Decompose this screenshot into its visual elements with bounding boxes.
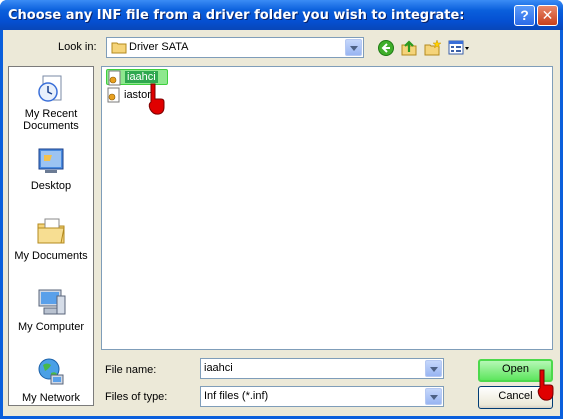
close-button[interactable]: ✕ <box>537 5 558 26</box>
file-type-label: Files of type: <box>105 391 168 403</box>
back-icon[interactable] <box>377 39 395 57</box>
file-name-label: File name: <box>105 364 157 376</box>
inf-file-icon <box>107 87 120 103</box>
place-my-network[interactable]: My Network <box>9 357 93 404</box>
chevron-down-icon[interactable] <box>425 388 442 405</box>
file-type-value: Inf files (*.inf) <box>204 390 269 402</box>
create-new-folder-icon[interactable] <box>424 39 442 57</box>
look-in-value: Driver SATA <box>129 41 189 53</box>
place-label: My Recent <box>24 108 78 120</box>
file-name-value: iaahci <box>204 362 233 374</box>
place-desktop[interactable]: Desktop <box>9 145 93 192</box>
recent-documents-icon <box>38 75 62 102</box>
window-title: Choose any INF file from a driver folder… <box>8 8 465 23</box>
place-label: My Computer <box>17 321 85 333</box>
help-button[interactable]: ? <box>514 5 535 26</box>
file-name-field[interactable]: iaahci <box>200 358 444 379</box>
chevron-down-icon[interactable] <box>425 360 442 377</box>
places-bar: My Recent Documents Desktop My Documents… <box>8 66 94 406</box>
look-in-dropdown[interactable]: Driver SATA <box>106 37 364 58</box>
folder-icon <box>111 42 127 54</box>
title-bar[interactable]: Choose any INF file from a driver folder… <box>0 0 563 30</box>
place-label: Documents <box>23 120 79 132</box>
place-label: Desktop <box>30 180 72 192</box>
my-documents-icon <box>37 218 65 244</box>
place-my-documents[interactable]: My Documents <box>9 215 93 262</box>
my-computer-icon <box>38 289 66 315</box>
look-in-label: Look in: <box>58 41 97 53</box>
view-menu-icon[interactable] <box>448 39 470 57</box>
dialog-window: Choose any INF file from a driver folder… <box>0 0 563 419</box>
inf-file-icon <box>108 70 121 86</box>
dialog-body: Look in: Driver SATA My Recent Documents… <box>3 30 560 416</box>
file-list[interactable]: iaahci iastor <box>101 66 553 350</box>
up-one-level-icon[interactable] <box>400 39 418 57</box>
place-label: My Documents <box>14 250 88 262</box>
desktop-icon <box>38 148 64 173</box>
place-my-recent-documents[interactable]: My Recent Documents <box>9 73 93 132</box>
place-label: My Network <box>21 392 81 404</box>
my-network-icon <box>38 358 64 385</box>
chevron-down-icon[interactable] <box>345 39 362 56</box>
file-type-dropdown[interactable]: Inf files (*.inf) <box>200 386 444 407</box>
place-my-computer[interactable]: My Computer <box>9 286 93 333</box>
pointer-hand-icon <box>148 83 165 115</box>
pointer-hand-icon <box>537 369 554 401</box>
